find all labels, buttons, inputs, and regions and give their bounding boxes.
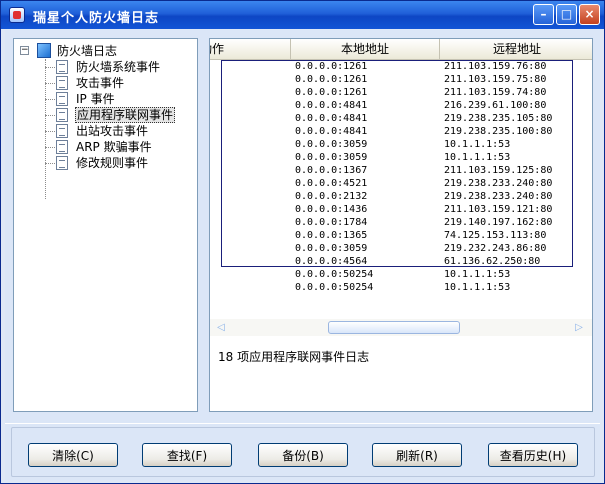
local-address-cell: 0.0.0.0:4521 xyxy=(295,178,368,189)
tree-root-label: 防火墙日志 xyxy=(57,44,118,58)
column-header-action[interactable]: 动作 xyxy=(210,39,291,59)
tree-branch-line xyxy=(45,163,55,164)
tree-branch-line xyxy=(45,67,55,68)
local-address-cell: 0.0.0.0:1365 xyxy=(295,230,368,241)
tree-item-label: 攻击事件 xyxy=(76,76,125,90)
local-address-cell: 0.0.0.0:1261 xyxy=(295,87,368,98)
remote-address-cell: 219.238.233.240:80 xyxy=(444,178,553,189)
tree-branch-line xyxy=(45,147,55,148)
local-address-cell: 0.0.0.0:4564 xyxy=(295,256,368,267)
tree-item-label: IP 事件 xyxy=(76,92,115,106)
tree-item-label: 修改规则事件 xyxy=(76,156,149,170)
document-icon xyxy=(56,76,68,90)
local-address-cell: 0.0.0.0:3059 xyxy=(295,139,368,150)
scroll-left-icon[interactable]: ◁ xyxy=(214,321,228,334)
local-address-cell: 0.0.0.0:1367 xyxy=(295,165,368,176)
local-address-cell: 0.0.0.0:4841 xyxy=(295,126,368,137)
remote-address-cell: 61.136.62.250:80 xyxy=(444,256,541,267)
view-history-button[interactable]: 查看历史(H) xyxy=(488,443,578,467)
tree-item-label: 防火墙系统事件 xyxy=(76,60,161,74)
local-address-cell: 0.0.0.0:1261 xyxy=(295,74,368,85)
remote-address-cell: 219.238.233.240:80 xyxy=(444,191,553,202)
log-list-panel: 动作 本地地址 远程地址 0.0.0.0:1261 211.103.159.76:… xyxy=(209,38,593,412)
firewall-log-icon xyxy=(37,43,51,58)
tree-branch-line xyxy=(45,115,55,116)
event-count-summary: 18 项应用程序联网事件日志 xyxy=(218,350,370,364)
tree-branch-line xyxy=(45,83,55,84)
log-category-tree[interactable]: − 防火墙日志 防火墙系统事件 攻击事件 IP 事件 应用程序联网事件 出站攻击… xyxy=(13,38,198,412)
remote-address-cell: 74.125.153.113:80 xyxy=(444,230,547,241)
collapse-icon[interactable]: − xyxy=(20,46,29,55)
local-address-cell: 0.0.0.0:50254 xyxy=(295,282,374,293)
remote-address-cell: 211.103.159.75:80 xyxy=(444,74,547,85)
scrollbar-thumb[interactable] xyxy=(328,321,460,334)
column-header-remote-address[interactable]: 远程地址 xyxy=(440,39,592,59)
document-icon xyxy=(56,124,68,138)
remote-address-cell: 219.238.235.100:80 xyxy=(444,126,553,137)
document-icon xyxy=(56,108,68,122)
local-address-cell: 0.0.0.0:4841 xyxy=(295,113,368,124)
remote-address-cell: 10.1.1.1:53 xyxy=(444,152,511,163)
local-address-cell: 0.0.0.0:3059 xyxy=(295,152,368,163)
document-icon xyxy=(56,156,68,170)
remote-address-cell: 216.239.61.100:80 xyxy=(444,100,547,111)
column-header-local-address[interactable]: 本地地址 xyxy=(291,39,440,59)
scroll-right-icon[interactable]: ▷ xyxy=(572,321,586,334)
tree-branch-line xyxy=(45,99,55,100)
remote-address-cell: 219.238.235.105:80 xyxy=(444,113,553,124)
window-title: 瑞星个人防火墙日志 xyxy=(33,11,160,26)
local-address-cell: 0.0.0.0:4841 xyxy=(295,100,368,111)
refresh-button[interactable]: 刷新(R) xyxy=(372,443,462,467)
minimize-icon[interactable]: – xyxy=(533,4,554,25)
clear-button[interactable]: 清除(C) xyxy=(28,443,118,467)
remote-address-cell: 10.1.1.1:53 xyxy=(444,269,511,280)
remote-address-cell: 211.103.159.121:80 xyxy=(444,204,553,215)
backup-button[interactable]: 备份(B) xyxy=(258,443,348,467)
horizontal-scrollbar[interactable]: ◁ ▷ xyxy=(210,319,592,336)
local-address-cell: 0.0.0.0:50254 xyxy=(295,269,374,280)
firewall-log-window: 瑞星个人防火墙日志 – □ × − 防火墙日志 防火墙系统事件 攻击事件 IP … xyxy=(0,0,605,484)
local-address-cell: 0.0.0.0:1261 xyxy=(295,61,368,72)
local-address-cell: 0.0.0.0:1784 xyxy=(295,217,368,228)
list-header: 动作 本地地址 远程地址 xyxy=(210,39,592,60)
tree-connector xyxy=(45,59,46,199)
tree-item-label: 出站攻击事件 xyxy=(76,124,149,138)
document-icon xyxy=(56,60,68,74)
local-address-cell: 0.0.0.0:3059 xyxy=(295,243,368,254)
find-button[interactable]: 查找(F) xyxy=(142,443,232,467)
remote-address-cell: 219.232.243.86:80 xyxy=(444,243,547,254)
maximize-icon[interactable]: □ xyxy=(556,4,577,25)
remote-address-cell: 211.103.159.74:80 xyxy=(444,87,547,98)
remote-address-cell: 211.103.159.76:80 xyxy=(444,61,547,72)
document-icon xyxy=(56,140,68,154)
remote-address-cell: 211.103.159.125:80 xyxy=(444,165,553,176)
remote-address-cell: 219.140.197.162:80 xyxy=(444,217,553,228)
local-address-cell: 0.0.0.0:2132 xyxy=(295,191,368,202)
document-icon xyxy=(56,92,68,106)
title-bar[interactable]: 瑞星个人防火墙日志 – □ × xyxy=(1,1,604,29)
close-icon[interactable]: × xyxy=(579,4,600,25)
app-shield-icon xyxy=(9,7,25,23)
tree-item-label: ARP 欺骗事件 xyxy=(76,140,152,154)
tree-item-label: 应用程序联网事件 xyxy=(75,107,176,123)
tree-branch-line xyxy=(45,131,55,132)
remote-address-cell: 10.1.1.1:53 xyxy=(444,139,511,150)
local-address-cell: 0.0.0.0:1436 xyxy=(295,204,368,215)
remote-address-cell: 10.1.1.1:53 xyxy=(444,282,511,293)
